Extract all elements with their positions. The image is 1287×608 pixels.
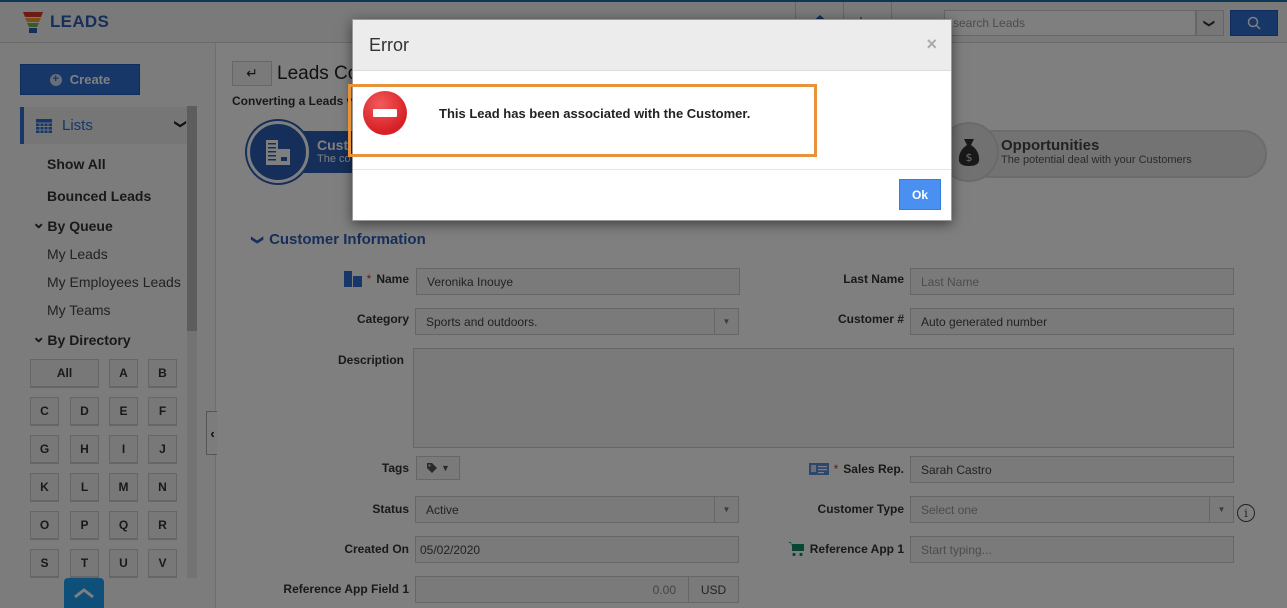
dialog-title: Error [369, 35, 409, 55]
dialog-header: Error × [353, 20, 951, 71]
error-message: This Lead has been associated with the C… [439, 106, 751, 121]
dialog-body: This Lead has been associated with the C… [348, 71, 951, 170]
error-stop-icon [363, 91, 407, 135]
close-icon[interactable]: × [926, 34, 937, 55]
error-dialog: Error × This Lead has been associated wi… [348, 19, 952, 221]
ok-button[interactable]: Ok [899, 179, 941, 210]
